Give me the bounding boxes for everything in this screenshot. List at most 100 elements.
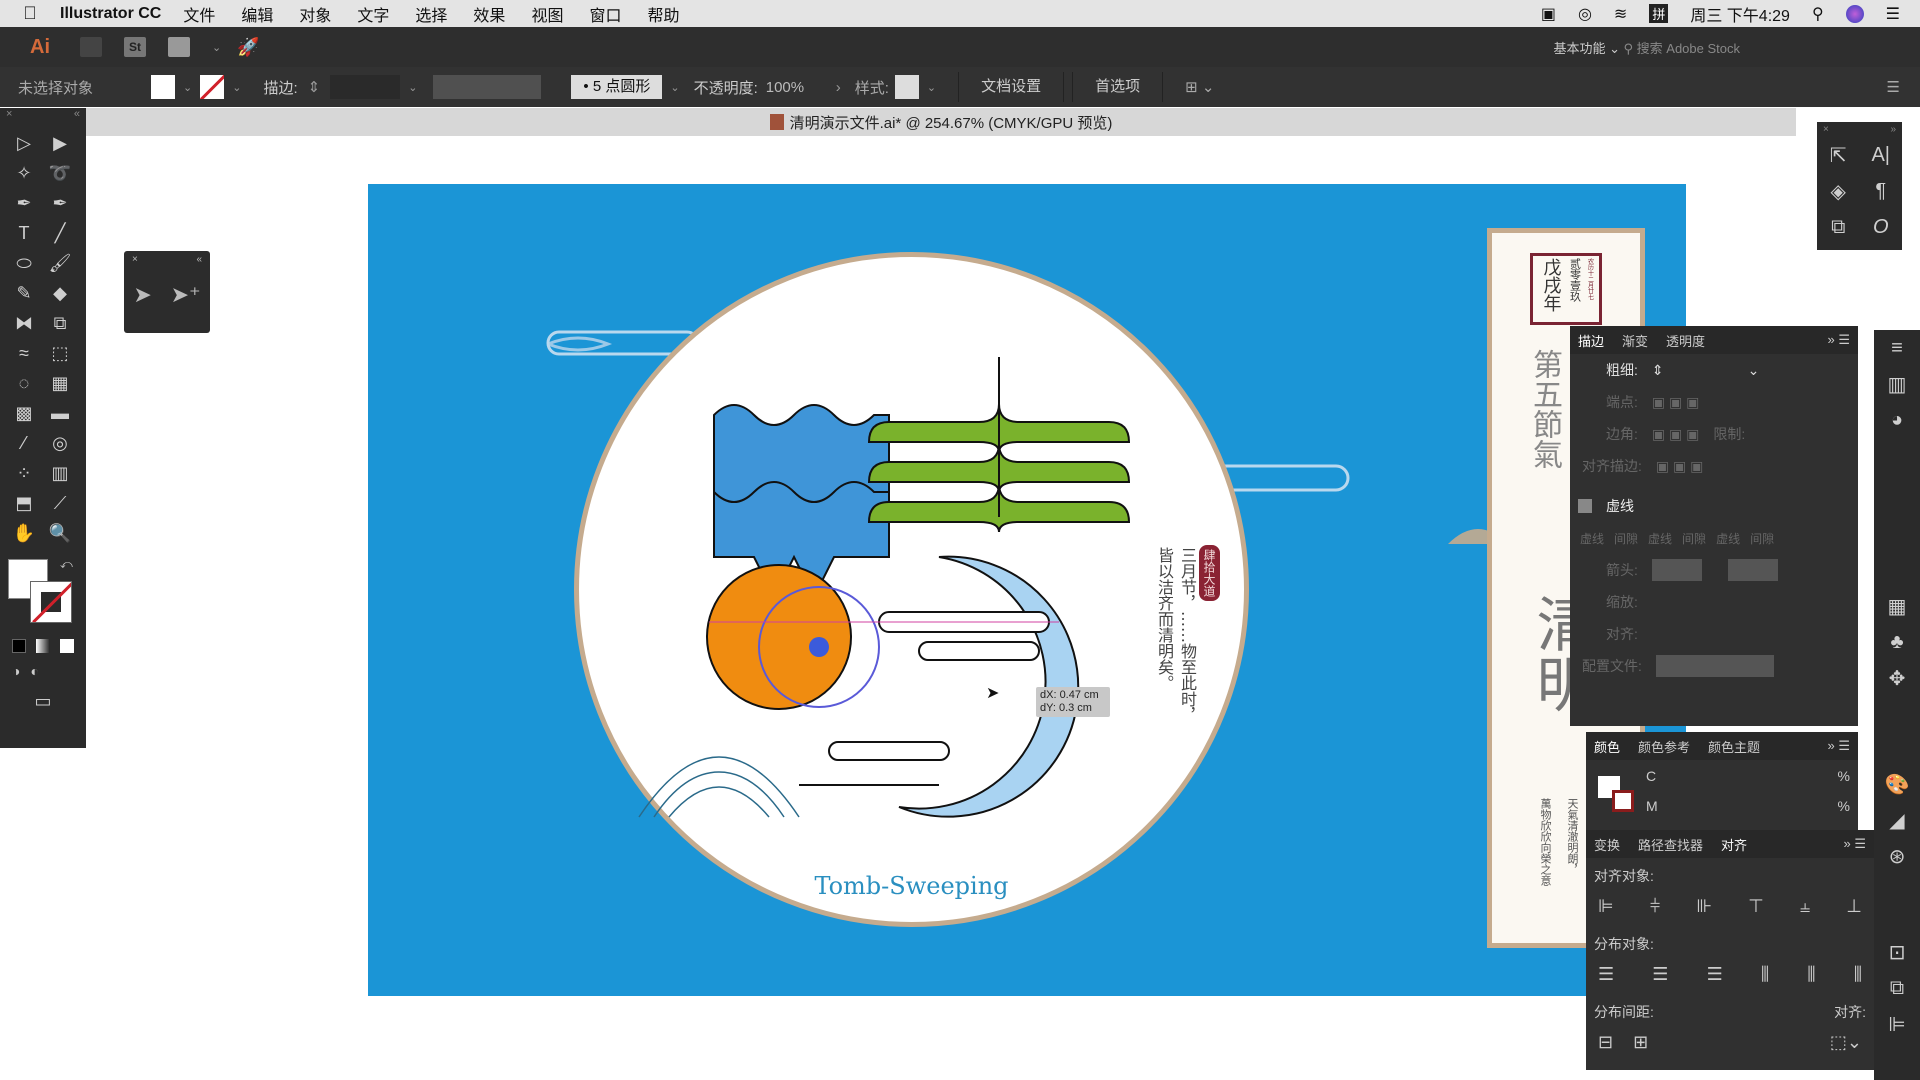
paintbrush-icon[interactable]: 🖌: [42, 250, 78, 277]
panel-expand-icon[interactable]: » ☰: [1828, 738, 1851, 754]
paragraph-icon[interactable]: ¶: [1860, 173, 1903, 209]
eraser-icon[interactable]: ◆: [42, 280, 78, 307]
zoom-icon[interactable]: 🔍: [42, 520, 78, 547]
panel-expand-icon[interactable]: » ☰: [1828, 332, 1851, 348]
menu-window[interactable]: 窗口: [589, 2, 621, 26]
align-top-icon[interactable]: ⊤: [1748, 896, 1764, 917]
opacity-input[interactable]: 100%: [766, 79, 826, 96]
distribute-left-icon[interactable]: ⫼: [1761, 964, 1769, 985]
brush-dropdown[interactable]: ⌄: [670, 81, 679, 94]
clock[interactable]: 周三 下午4:29: [1690, 2, 1790, 26]
fill-dropdown[interactable]: ⌄: [183, 81, 192, 94]
artboard-icon[interactable]: ⬒: [6, 490, 42, 517]
align-stroke-buttons[interactable]: ▣ ▣ ▣: [1656, 458, 1703, 475]
mesh-icon[interactable]: ▩: [6, 400, 42, 427]
swap-fill-stroke-icon[interactable]: ⤺: [60, 557, 73, 572]
wifi-icon[interactable]: ≋: [1614, 4, 1627, 24]
transparency-panel-icon[interactable]: ◕: [1874, 402, 1920, 438]
draw-normal-icon[interactable]: ◑: [12, 663, 20, 679]
align-panel-icon[interactable]: ⊫: [1874, 1006, 1920, 1042]
chevron-down-icon[interactable]: ⌄: [212, 41, 221, 54]
apple-icon[interactable]: : [0, 3, 60, 24]
cap-buttons[interactable]: ▣ ▣ ▣: [1652, 394, 1699, 411]
creative-cloud-icon[interactable]: ◎: [1578, 4, 1592, 24]
type-icon[interactable]: T: [6, 220, 42, 247]
gap-2-field[interactable]: 间隙: [1682, 530, 1706, 547]
artwork-disc[interactable]: Tomb-Sweeping 三月节，……物至此时， 皆以洁齐而清明矣。 肆拾大道: [574, 252, 1249, 927]
transform-panel-icon[interactable]: ⊡: [1874, 934, 1920, 970]
column-graph-icon[interactable]: ▥: [42, 460, 78, 487]
symbols-icon[interactable]: ♣: [1874, 624, 1920, 660]
color-mode-icon[interactable]: [12, 639, 26, 653]
anchor-select-icon[interactable]: ➤: [133, 282, 151, 308]
draw-behind-icon[interactable]: ◐: [30, 663, 38, 679]
tab-stroke[interactable]: 描边: [1578, 331, 1604, 350]
screen-mode-icon[interactable]: ▭: [0, 691, 86, 712]
line-icon[interactable]: ╱: [42, 220, 78, 247]
stroke-weight-stepper[interactable]: ⇕: [308, 78, 321, 96]
close-icon[interactable]: ×: [1823, 124, 1829, 135]
stroke-panel-icon[interactable]: ≡: [1874, 330, 1920, 366]
tab-pathfinder[interactable]: 路径查找器: [1638, 835, 1703, 854]
ellipse-icon[interactable]: ⬭: [6, 250, 42, 277]
document-setup-button[interactable]: 文档设置: [958, 72, 1065, 102]
reflect-icon[interactable]: ⧓: [6, 310, 42, 337]
document-tab[interactable]: 清明演示文件.ai* @ 254.67% (CMYK/GPU 预览): [86, 108, 1796, 136]
opacity-expand-icon[interactable]: ›: [836, 79, 841, 96]
blend-icon[interactable]: ◎: [42, 430, 78, 457]
arrange-documents-icon[interactable]: [168, 37, 190, 57]
dash-3-field[interactable]: 虚线: [1716, 530, 1740, 547]
stroke-weight-input[interactable]: [330, 75, 401, 99]
graphic-style-swatch[interactable]: [894, 75, 919, 99]
export-icon[interactable]: ⇱: [1817, 137, 1860, 173]
brush-definition-dropdown[interactable]: • 5 点圆形: [571, 75, 663, 99]
shaper-icon[interactable]: ✎: [6, 280, 42, 307]
app-name[interactable]: Illustrator CC: [60, 5, 161, 23]
swatches-icon[interactable]: ▦: [1874, 588, 1920, 624]
menu-edit[interactable]: 编辑: [241, 2, 273, 26]
stroke-weight-dropdown[interactable]: ⌄: [408, 81, 417, 94]
slice-icon[interactable]: ⟋: [42, 490, 78, 517]
distribute-hcenter-icon[interactable]: ⫼: [1807, 964, 1815, 985]
style-dropdown[interactable]: ⌄: [927, 81, 936, 94]
scale-icon[interactable]: ⧉: [42, 310, 78, 337]
gradient-icon[interactable]: ▬: [42, 400, 78, 427]
menu-object[interactable]: 对象: [299, 2, 331, 26]
gap-3-field[interactable]: 间隙: [1750, 530, 1774, 547]
vertical-spacing-icon[interactable]: ⊟: [1598, 1032, 1613, 1053]
gradient-panel-icon[interactable]: ▥: [1874, 366, 1920, 402]
preferences-button[interactable]: 首选项: [1072, 72, 1164, 102]
input-method-icon[interactable]: 拼: [1649, 4, 1669, 23]
notification-center-icon[interactable]: ☰: [1886, 4, 1900, 24]
weight-dropdown[interactable]: ⌄: [1748, 362, 1760, 379]
menu-view[interactable]: 视图: [531, 2, 563, 26]
tab-transparency[interactable]: 透明度: [1666, 331, 1705, 350]
close-icon[interactable]: ×: [6, 108, 12, 124]
stock-icon[interactable]: St: [124, 37, 146, 57]
dash-2-field[interactable]: 虚线: [1648, 530, 1672, 547]
dashed-checkbox[interactable]: [1578, 499, 1592, 513]
menu-type[interactable]: 文字: [357, 2, 389, 26]
menu-select[interactable]: 选择: [415, 2, 447, 26]
collapse-icon[interactable]: «: [196, 254, 202, 265]
selection-icon[interactable]: ▷: [6, 130, 42, 157]
collapse-icon[interactable]: «: [74, 108, 80, 124]
stroke-color-box[interactable]: [1612, 790, 1634, 812]
siri-icon[interactable]: [1845, 4, 1864, 23]
artboards-icon[interactable]: ⧉: [1817, 209, 1860, 245]
distribute-bottom-icon[interactable]: ☰: [1707, 964, 1723, 985]
stroke-swatch[interactable]: [200, 75, 225, 99]
camera-icon[interactable]: ▣: [1541, 4, 1556, 24]
tab-gradient[interactable]: 渐变: [1622, 331, 1648, 350]
distribute-right-icon[interactable]: ⫼: [1854, 964, 1862, 985]
warp-icon[interactable]: ≈: [6, 340, 42, 367]
arrange-icon[interactable]: ⊞ ⌄: [1185, 78, 1214, 96]
pen-icon[interactable]: ✒: [6, 190, 42, 217]
direct-selection-icon[interactable]: ▶: [42, 130, 78, 157]
tab-transform[interactable]: 变换: [1594, 835, 1620, 854]
horizontal-spacing-icon[interactable]: ⊞: [1633, 1032, 1648, 1053]
color-guide-icon[interactable]: ◢: [1874, 802, 1920, 838]
gap-1-field[interactable]: 间隙: [1614, 530, 1638, 547]
pathfinder-icon[interactable]: ⧉: [1874, 970, 1920, 1006]
align-left-icon[interactable]: ⊫: [1598, 896, 1614, 917]
